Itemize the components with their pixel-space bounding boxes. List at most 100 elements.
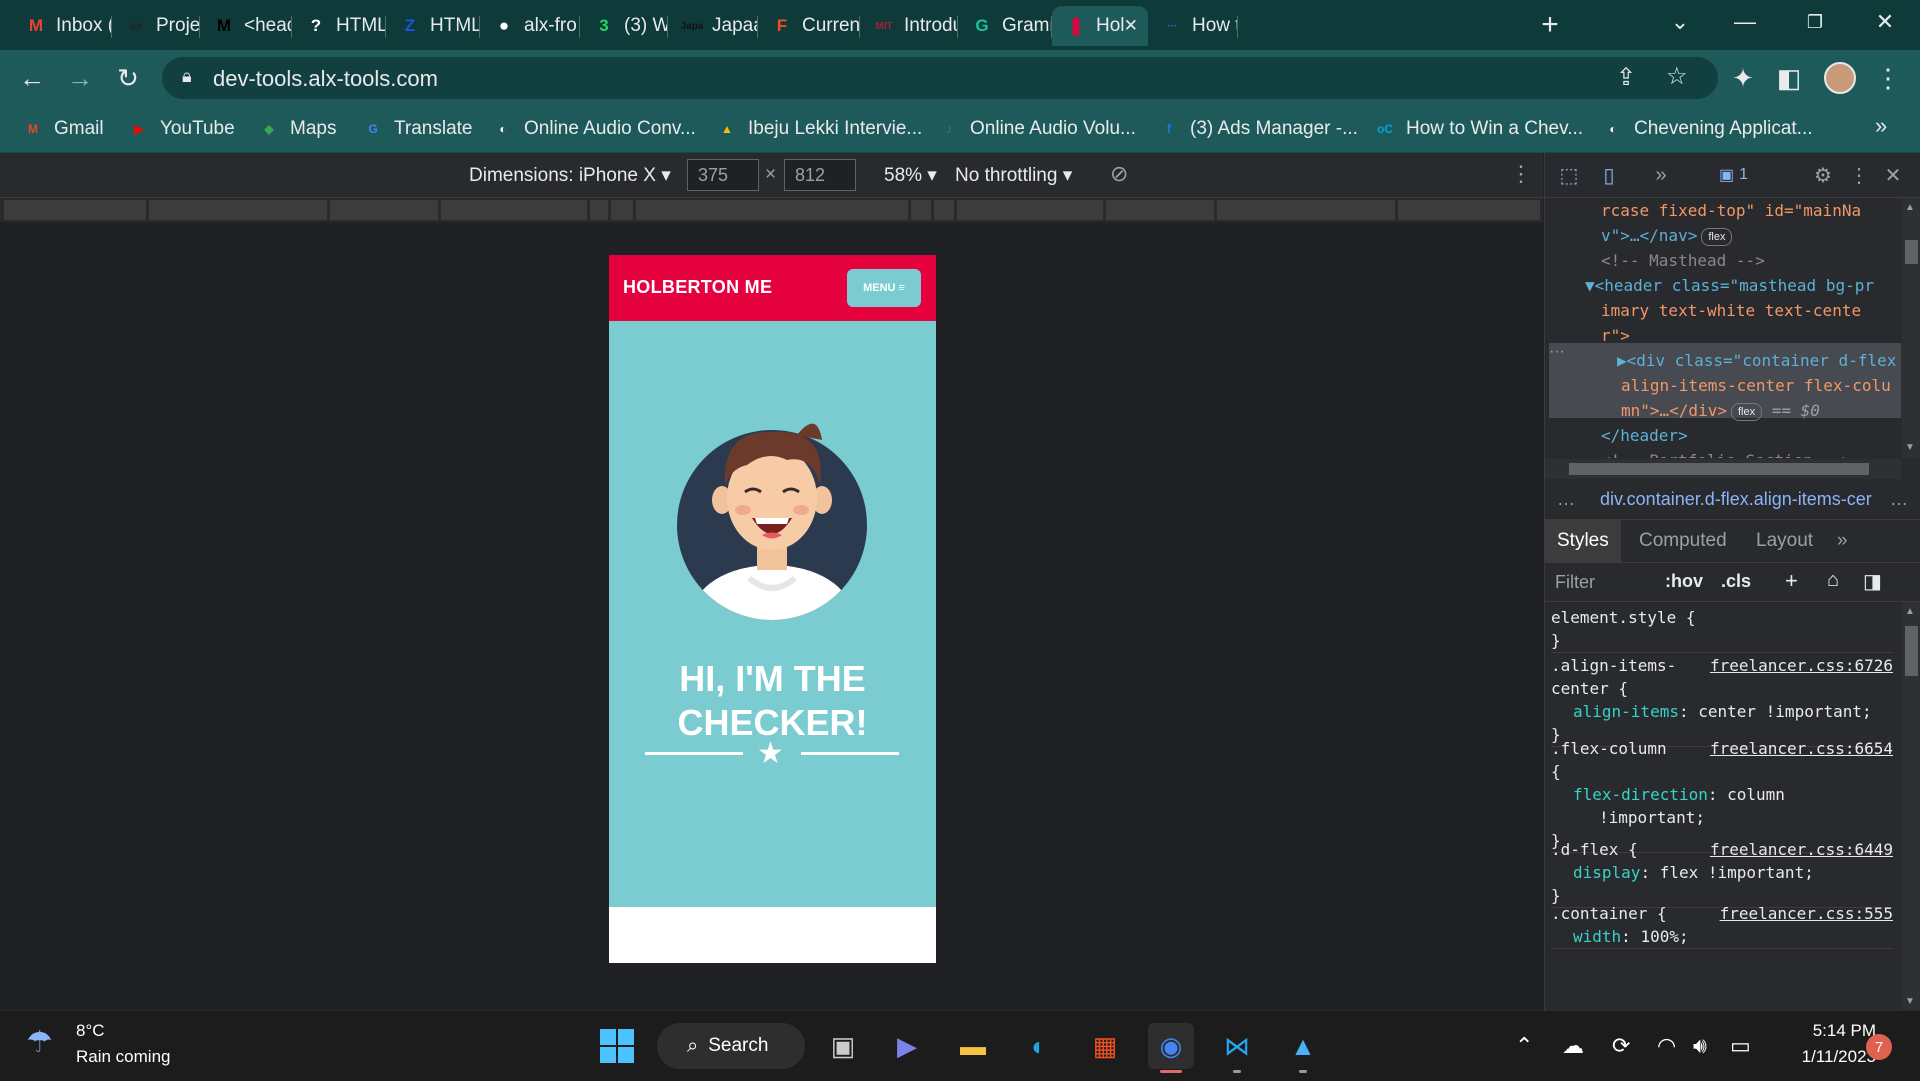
css-declaration[interactable]: align-items: center !important;	[1551, 700, 1893, 723]
browser-tab[interactable]: M <head	[200, 6, 292, 46]
device-toolbar-more-icon[interactable]: ⋮	[1510, 161, 1532, 187]
breadcrumb-more-right[interactable]: …	[1890, 489, 1908, 510]
weather-rain-icon[interactable]: ☂	[26, 1025, 53, 1060]
browser-tab[interactable]: F Curren	[758, 6, 860, 46]
new-style-rule-icon[interactable]: +	[1785, 568, 1798, 594]
issues-counter[interactable]: ▣ 1	[1719, 163, 1765, 187]
css-rule[interactable]: element.style {}	[1551, 606, 1893, 653]
menu-button[interactable]: MENU ≡	[847, 269, 921, 307]
css-rule[interactable]: .align-items-freelancer.css:6726 center {…	[1551, 654, 1893, 747]
more-tabs-icon[interactable]: »	[1825, 520, 1860, 562]
css-rule[interactable]: .flex-column freelancer.css:6654{flex-dir…	[1551, 737, 1893, 853]
bookmark-item[interactable]: ♪ Online Audio Volu...	[938, 114, 1136, 144]
more-panels-icon[interactable]: »	[1649, 163, 1673, 187]
browser-tab[interactable]: M Inbox (	[12, 6, 112, 46]
dom-tree-line[interactable]: <!-- Portfolio Section -->	[1601, 448, 1851, 458]
device-mode-icon[interactable]: ▯	[1597, 163, 1621, 187]
address-bar[interactable]: 🔒︎ dev-tools.alx-tools.com ⇪ ☆	[162, 57, 1718, 99]
new-tab-button[interactable]: +	[1520, 3, 1580, 47]
browser-tab[interactable]: ? HTML :	[292, 6, 386, 46]
dom-tree-line[interactable]: ▼<header class="masthead bg-pr	[1585, 273, 1874, 298]
close-devtools-icon[interactable]: ✕	[1881, 163, 1905, 187]
clock-date[interactable]: 1/11/2023	[1780, 1047, 1876, 1067]
css-source-link[interactable]: freelancer.css:6449	[1710, 838, 1893, 861]
file-explorer-icon[interactable]: ▬	[950, 1023, 996, 1069]
weather-temp[interactable]: 8°C	[76, 1021, 105, 1041]
ruler-segment[interactable]	[1106, 200, 1214, 220]
back-icon[interactable]: ←	[16, 62, 48, 94]
ruler-segment[interactable]	[590, 200, 608, 220]
vscode-icon[interactable]: ⋈	[1214, 1023, 1260, 1073]
elements-h-scrollbar[interactable]	[1545, 459, 1901, 479]
flex-badge[interactable]: flex	[1701, 227, 1733, 246]
css-source-link[interactable]: freelancer.css:555	[1720, 902, 1893, 925]
side-panel-icon[interactable]: ◧	[1773, 62, 1805, 94]
minimize-button[interactable]: —	[1715, 0, 1775, 44]
css-source-link[interactable]: freelancer.css:6726	[1710, 654, 1893, 677]
browser-menu-icon[interactable]: ⋮	[1872, 62, 1904, 94]
dom-tree-line[interactable]: </header>	[1601, 423, 1688, 448]
ruler-segment[interactable]	[957, 200, 1103, 220]
browser-tab[interactable]: 3 (3) Wh	[580, 6, 668, 46]
battery-icon[interactable]: ▭	[1730, 1033, 1751, 1059]
tab-styles[interactable]: Styles	[1545, 520, 1621, 562]
tab-search-icon[interactable]: ⌄	[1650, 0, 1710, 44]
bookmark-star-icon[interactable]: ☆	[1666, 62, 1688, 91]
ruler-segment[interactable]	[1398, 200, 1540, 220]
dom-tree-line[interactable]: rcase fixed-top" id="mainNa	[1601, 198, 1861, 223]
ruler-segment[interactable]	[934, 200, 954, 220]
elements-scrollbar[interactable]: ▲ ▼	[1902, 198, 1920, 458]
settings-gear-icon[interactable]: ⚙	[1811, 163, 1835, 187]
ruler-segment[interactable]	[611, 200, 633, 220]
scroll-down-icon[interactable]: ▼	[1905, 442, 1915, 453]
browser-tab[interactable]: ● alx-fro	[480, 6, 580, 46]
device-width-input[interactable]: 375	[687, 159, 759, 191]
toggle-sidebar-icon[interactable]: ◨	[1863, 569, 1882, 594]
weather-desc[interactable]: Rain coming	[76, 1047, 171, 1067]
photos-icon[interactable]: ▲	[1280, 1023, 1326, 1073]
tab-computed[interactable]: Computed	[1627, 520, 1739, 562]
bookmark-item[interactable]: ▶ YouTube	[128, 114, 234, 144]
styles-filter-input[interactable]: Filter	[1555, 572, 1595, 593]
more-bookmarks-icon[interactable]: »	[1875, 113, 1887, 139]
scroll-up-icon[interactable]: ▲	[1905, 202, 1915, 213]
bookmark-item[interactable]: ◆ Maps	[258, 114, 336, 144]
dom-tree-line[interactable]: align-items-center flex-colu	[1621, 373, 1891, 398]
scroll-down-icon[interactable]: ▼	[1905, 996, 1915, 1007]
css-declaration[interactable]: flex-direction: column	[1551, 783, 1893, 806]
css-declaration[interactable]: display: flex !important;	[1551, 861, 1893, 884]
browser-tab[interactable]: Japa Japaan	[668, 6, 758, 46]
show-hidden-icons-icon[interactable]: ⌃	[1515, 1033, 1533, 1059]
rotate-icon[interactable]: ⊘	[1110, 161, 1128, 187]
inspect-element-icon[interactable]: ⬚	[1557, 163, 1581, 187]
microsoft-store-icon[interactable]: ▦	[1082, 1023, 1128, 1069]
bookmark-item[interactable]: ▲ Ibeju Lekki Intervie...	[716, 114, 922, 144]
bookmark-item[interactable]: ◐ Online Audio Conv...	[492, 114, 695, 144]
site-brand[interactable]: HOLBERTON ME	[623, 277, 772, 298]
css-rule[interactable]: .container {freelancer.css:555 width: 100…	[1551, 902, 1893, 949]
close-tab-icon[interactable]: ✕	[1124, 16, 1138, 36]
paint-brush-icon[interactable]: ⌂	[1827, 569, 1839, 592]
scrollbar-thumb[interactable]	[1905, 626, 1918, 676]
hov-toggle[interactable]: :hov	[1665, 571, 1703, 592]
bookmark-item[interactable]: oC How to Win a Chev...	[1374, 114, 1583, 144]
zoom-dropdown[interactable]: 58% ▾	[884, 164, 937, 187]
forward-icon[interactable]: →	[64, 62, 96, 94]
device-height-input[interactable]: 812	[784, 159, 856, 191]
onedrive-icon[interactable]: ☁	[1562, 1033, 1584, 1059]
bookmark-item[interactable]: f (3) Ads Manager -...	[1158, 114, 1358, 144]
css-rule[interactable]: .d-flex {freelancer.css:6449 display: fle…	[1551, 838, 1893, 908]
dom-tree-line[interactable]: ▶<div class="container d-flex	[1617, 348, 1896, 373]
volume-icon[interactable]: 🔊︎	[1693, 1033, 1707, 1059]
taskbar-search[interactable]: ⌕ Search	[657, 1023, 805, 1069]
notification-badge[interactable]: 7	[1866, 1034, 1892, 1060]
cls-toggle[interactable]: .cls	[1721, 571, 1751, 592]
dom-tree-line[interactable]: mn">…</div> flex == $0	[1621, 398, 1820, 423]
sync-icon[interactable]: ⟳	[1612, 1033, 1630, 1059]
profile-avatar[interactable]	[1824, 62, 1856, 94]
browser-tab[interactable]: MIT Introdu	[860, 6, 958, 46]
share-icon[interactable]: ⇪	[1616, 63, 1636, 92]
extensions-icon[interactable]: ✦	[1727, 62, 1759, 94]
dom-tree-line[interactable]: r">	[1601, 323, 1630, 348]
css-declaration[interactable]: width: 100%;	[1551, 925, 1893, 948]
